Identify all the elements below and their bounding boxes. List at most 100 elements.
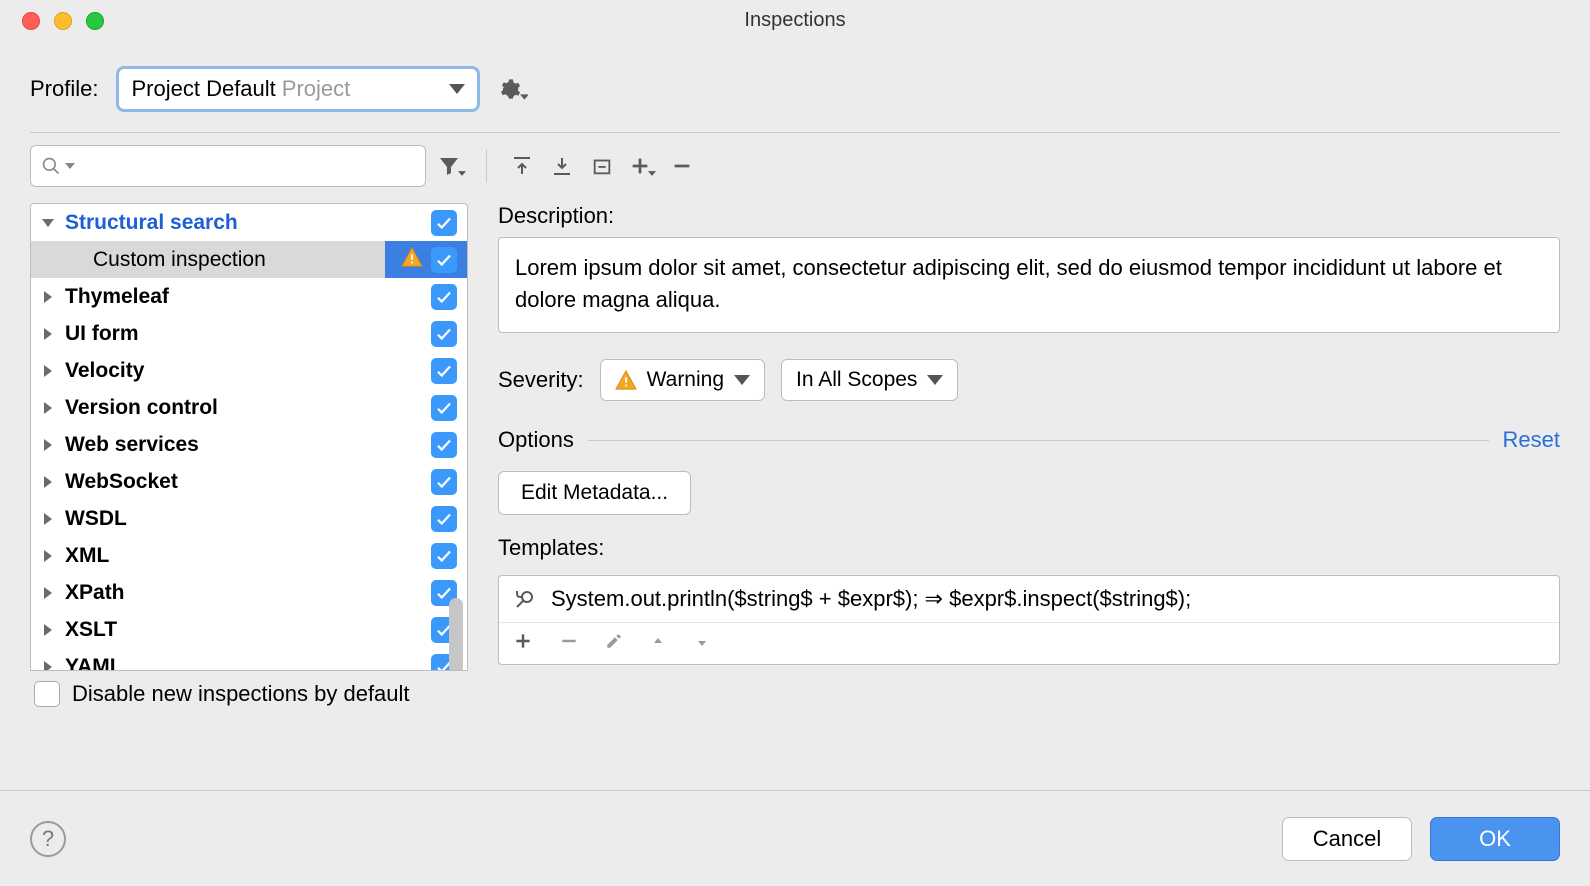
chevron-right-icon[interactable] [39, 513, 57, 525]
reset-link[interactable]: Reset [1503, 427, 1560, 453]
tree-row[interactable]: Version control [31, 389, 467, 426]
tree-row-checkbox[interactable] [431, 506, 457, 532]
details-panel: Description: Lorem ipsum dolor sit amet,… [498, 203, 1560, 717]
inspection-tree[interactable]: Structural search Custom inspectionThymel… [30, 203, 468, 671]
tree-row-gutter [385, 241, 467, 278]
profile-value: Project Default [131, 76, 275, 102]
window-title: Inspections [0, 9, 1590, 32]
help-button[interactable]: ? [30, 821, 66, 857]
warning-icon [401, 246, 423, 274]
ok-button[interactable]: OK [1430, 817, 1560, 861]
chevron-right-icon[interactable] [39, 624, 57, 636]
options-label: Options [498, 427, 574, 453]
tree-row-checkbox[interactable] [431, 469, 457, 495]
tree-row[interactable]: YAML [31, 648, 467, 671]
chevron-right-icon[interactable] [39, 365, 57, 377]
tree-row[interactable]: XPath [31, 574, 467, 611]
disable-new-inspections-row[interactable]: Disable new inspections by default [30, 671, 468, 717]
templates-toolbar [499, 622, 1559, 664]
tree-row-checkbox[interactable] [431, 210, 457, 236]
tree-row-checkbox[interactable] [431, 543, 457, 569]
main-body: Structural search Custom inspectionThymel… [0, 199, 1590, 717]
expand-all-icon[interactable] [507, 151, 537, 181]
filter-icon[interactable] [436, 151, 466, 181]
template-text: System.out.println($string$ + $expr$); ⇒… [551, 586, 1191, 612]
scope-combo[interactable]: In All Scopes [781, 359, 958, 401]
template-remove-icon [559, 631, 579, 656]
description-label: Description: [498, 203, 1560, 229]
chevron-down-icon[interactable] [39, 219, 57, 227]
tree-row-gutter [385, 426, 467, 463]
tree-row-checkbox[interactable] [431, 432, 457, 458]
templates-label: Templates: [498, 535, 1560, 561]
chevron-down-icon [734, 375, 750, 385]
search-history-dropdown-icon[interactable] [65, 163, 75, 169]
dialog-footer: ? Cancel OK [0, 790, 1590, 886]
tree-row-label: Version control [57, 396, 385, 420]
tree-row-gutter [385, 315, 467, 352]
tree-row-gutter [385, 278, 467, 315]
template-row[interactable]: System.out.println($string$ + $expr$); ⇒… [499, 576, 1559, 622]
chevron-right-icon[interactable] [39, 587, 57, 599]
tree-row-gutter [385, 537, 467, 574]
titlebar: Inspections [0, 0, 1590, 40]
description-text[interactable]: Lorem ipsum dolor sit amet, consectetur … [498, 237, 1560, 333]
chevron-right-icon[interactable] [39, 439, 57, 451]
edit-metadata-button[interactable]: Edit Metadata... [498, 471, 691, 515]
search-input-wrapper[interactable] [30, 145, 426, 187]
tree-row[interactable]: XSLT [31, 611, 467, 648]
tree-row[interactable]: Thymeleaf [31, 278, 467, 315]
collapse-all-icon[interactable] [547, 151, 577, 181]
tree-row-label: Structural search [57, 211, 385, 235]
severity-combo[interactable]: Warning [600, 359, 765, 401]
add-inspection-icon[interactable] [627, 151, 657, 181]
template-move-down-icon [693, 635, 711, 653]
tree-row-checkbox[interactable] [431, 321, 457, 347]
tree-row-label: YAML [57, 655, 385, 672]
tree-row-label: Velocity [57, 359, 385, 383]
template-edit-icon [605, 632, 623, 655]
template-add-icon[interactable] [513, 631, 533, 656]
severity-row: Severity: Warning In All Scopes [498, 359, 1560, 401]
profile-label: Profile: [30, 76, 98, 102]
chevron-right-icon[interactable] [39, 291, 57, 303]
tree-row[interactable]: Custom inspection [31, 241, 467, 278]
tree-row-checkbox[interactable] [431, 247, 457, 273]
tree-row[interactable]: WebSocket [31, 463, 467, 500]
tree-row[interactable]: Structural search [31, 204, 467, 241]
profile-header: Profile: Project Default Project [0, 40, 1590, 132]
chevron-right-icon[interactable] [39, 402, 57, 414]
tree-row-checkbox[interactable] [431, 284, 457, 310]
cancel-button[interactable]: Cancel [1282, 817, 1412, 861]
templates-list: System.out.println($string$ + $expr$); ⇒… [498, 575, 1560, 665]
tree-row-label: XML [57, 544, 385, 568]
search-input[interactable] [83, 155, 415, 178]
tree-row[interactable]: Velocity [31, 352, 467, 389]
tree-scrollbar[interactable] [449, 598, 463, 671]
tree-row[interactable]: WSDL [31, 500, 467, 537]
tree-row-gutter [385, 352, 467, 389]
severity-value: Warning [647, 368, 724, 392]
toolbar-divider [486, 149, 487, 183]
chevron-right-icon[interactable] [39, 550, 57, 562]
tree-row[interactable]: XML [31, 537, 467, 574]
tree-row-label: WSDL [57, 507, 385, 531]
chevron-right-icon[interactable] [39, 328, 57, 340]
profile-settings-gear-icon[interactable] [498, 74, 528, 104]
remove-inspection-icon[interactable] [667, 151, 697, 181]
chevron-right-icon[interactable] [39, 661, 57, 672]
tree-row-checkbox[interactable] [431, 358, 457, 384]
chevron-right-icon[interactable] [39, 476, 57, 488]
tree-row-label: WebSocket [57, 470, 385, 494]
tree-row[interactable]: UI form [31, 315, 467, 352]
options-row: Options Reset [498, 427, 1560, 453]
options-divider [588, 440, 1489, 441]
disable-new-inspections-label: Disable new inspections by default [72, 681, 410, 707]
profile-combo[interactable]: Project Default Project [116, 66, 480, 112]
reset-to-empty-icon[interactable] [587, 151, 617, 181]
tree-row[interactable]: Web services [31, 426, 467, 463]
tree-panel: Structural search Custom inspectionThymel… [30, 203, 468, 717]
profile-scope: Project [282, 76, 450, 102]
tree-row-checkbox[interactable] [431, 395, 457, 421]
disable-new-inspections-checkbox[interactable] [34, 681, 60, 707]
